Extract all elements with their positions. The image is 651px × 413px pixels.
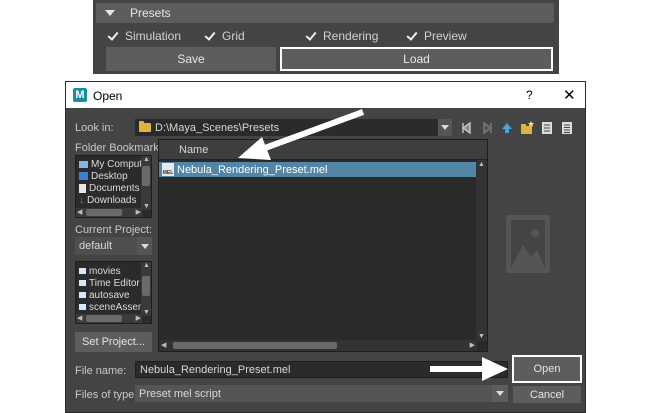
annotation-arrows <box>238 109 508 381</box>
arrow-to-open-icon <box>430 357 508 381</box>
arrow-to-file-icon <box>238 109 365 160</box>
